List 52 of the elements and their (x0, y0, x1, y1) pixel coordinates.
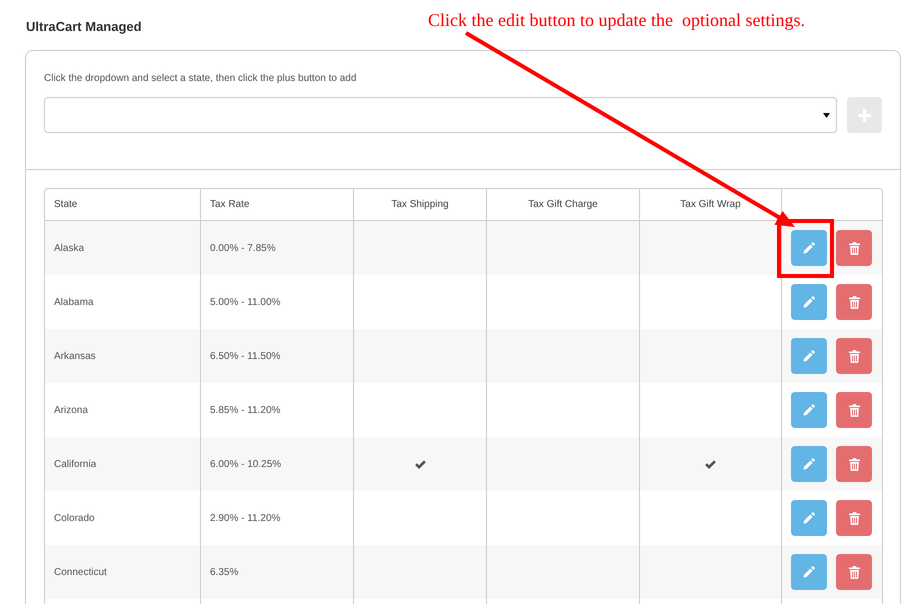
edit-button[interactable] (791, 284, 827, 320)
edit-button[interactable] (791, 230, 827, 266)
delete-button[interactable] (836, 338, 872, 374)
delete-button[interactable] (836, 500, 872, 536)
edit-button[interactable] (791, 554, 827, 590)
table-cell: Colorado (54, 512, 95, 524)
edit-button[interactable] (791, 446, 827, 482)
delete-button[interactable] (836, 554, 872, 590)
table-cell: 6.50% - 11.50% (210, 350, 280, 362)
pencil-icon (803, 458, 815, 470)
delete-button[interactable] (836, 392, 872, 428)
trash-icon (848, 404, 860, 416)
table-cell: Alabama (54, 296, 94, 308)
table-cell: 5.85% - 11.20% (210, 404, 280, 416)
table-cell: Alaska (54, 242, 84, 254)
table-cell: 6.35% (210, 566, 238, 578)
trash-icon (848, 566, 860, 578)
delete-button[interactable] (836, 230, 872, 266)
table-cell: 5.00% - 11.00% (210, 296, 280, 308)
edit-button[interactable] (791, 338, 827, 374)
pencil-icon (803, 404, 815, 416)
trash-icon (848, 458, 860, 470)
table-cell: California (54, 458, 96, 470)
column-header: State (54, 199, 78, 210)
page-title: UltraCart Managed (26, 19, 142, 35)
edit-button[interactable] (791, 392, 827, 428)
column-header: Tax Gift Charge (528, 199, 598, 210)
column-header: Tax Gift Wrap (680, 199, 741, 210)
table-cell: 2.90% - 11.20% (210, 512, 280, 524)
annotation-text: Click the edit button to update the optional settings. (428, 9, 805, 31)
trash-icon (848, 242, 860, 254)
column-header: Tax Shipping (391, 199, 449, 210)
table-cell: Connecticut (54, 566, 107, 578)
table-cell: 0.00% - 7.85% (210, 242, 276, 254)
state-select[interactable] (44, 97, 837, 133)
table-cell: 6.00% - 10.25% (210, 458, 282, 470)
pencil-icon (803, 512, 815, 524)
delete-button[interactable] (836, 446, 872, 482)
trash-icon (848, 512, 860, 524)
trash-icon (848, 296, 860, 308)
pencil-icon (803, 242, 815, 254)
pencil-icon (803, 350, 815, 362)
instruction-text: Click the dropdown and select a state, then click the plus button to add (44, 72, 356, 86)
pencil-icon (803, 566, 815, 578)
table-cell: Arizona (54, 404, 88, 416)
delete-button[interactable] (836, 284, 872, 320)
caret-icon (823, 112, 830, 118)
table-cell: Arkansas (54, 350, 96, 362)
trash-icon (848, 350, 860, 362)
edit-button[interactable] (791, 500, 827, 536)
pencil-icon (803, 296, 815, 308)
column-header: Tax Rate (210, 199, 250, 210)
